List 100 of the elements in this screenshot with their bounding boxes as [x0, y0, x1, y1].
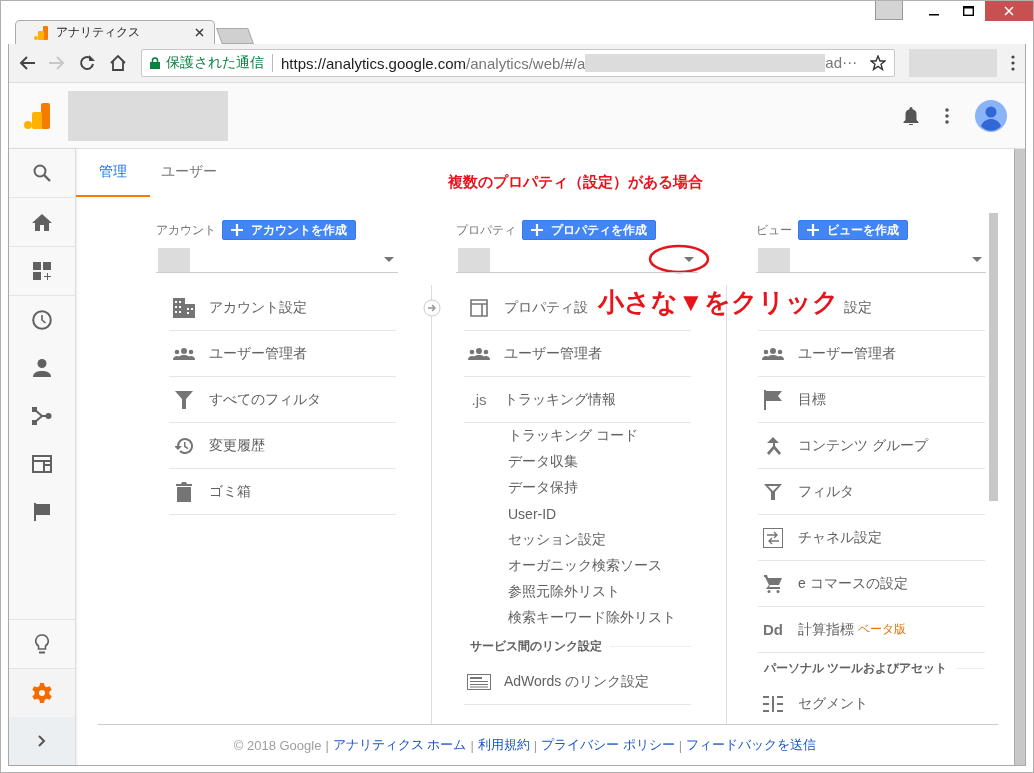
redacted-block [458, 247, 490, 272]
create-button[interactable]: プロパティを作成 [522, 220, 656, 240]
back-arrow-icon[interactable] [19, 56, 35, 70]
person-icon[interactable] [33, 359, 51, 377]
submenu-link[interactable]: オーガニック検索ソース [464, 553, 726, 579]
redacted-block [758, 247, 790, 272]
copyright: © 2018 Google [233, 737, 322, 753]
menu-item-label[interactable]: 設定 [844, 298, 872, 317]
section-heading: サービス間のリンク設定 [470, 637, 602, 655]
building-icon [173, 297, 195, 318]
submenu-link[interactable]: 参照元除外リスト [464, 579, 726, 605]
menu-item-label[interactable]: ユーザー管理者 [504, 344, 602, 363]
menu-item-label[interactable]: AdWords のリンク設定 [504, 672, 650, 691]
home-icon[interactable] [32, 213, 52, 231]
more-vertical-icon[interactable] [945, 107, 949, 124]
cart-icon [764, 574, 782, 593]
bell-icon[interactable] [903, 106, 919, 125]
menu-item-label[interactable]: ユーザー管理者 [209, 344, 307, 363]
url-text: https://analytics.google.com/analytics/web/#/a [281, 54, 586, 72]
people-icon [173, 347, 195, 360]
dropdown-caret-icon[interactable] [384, 257, 394, 262]
footer-link[interactable]: 利用規約 [477, 736, 530, 754]
scrollbar[interactable] [989, 213, 998, 501]
menu-item-label[interactable]: ゴミ箱 [209, 482, 251, 501]
menu-item-label[interactable]: 計算指標 [798, 620, 854, 639]
people-icon [762, 347, 784, 360]
scrollbar[interactable] [1014, 149, 1025, 765]
layout-icon[interactable] [32, 455, 52, 473]
browser-tab[interactable]: アナリティクス [15, 20, 215, 44]
create-button[interactable]: ビューを作成 [798, 220, 908, 240]
settings-icon[interactable] [32, 683, 52, 703]
footer-link[interactable]: プライバシー ポリシー [541, 736, 675, 754]
menu-item-label[interactable]: コンテンツ グループ [798, 436, 928, 455]
reload-icon[interactable] [79, 55, 95, 71]
sidebar-item[interactable] [9, 668, 75, 717]
menu-item-label[interactable]: セグメント [798, 694, 868, 713]
annotation-text: 小さな▼をクリック [598, 286, 839, 319]
glyph-icon: .js [471, 391, 487, 408]
star-icon[interactable] [870, 55, 886, 71]
merge-arrow-icon [765, 436, 781, 455]
menu-item-label[interactable]: 目標 [798, 390, 826, 409]
plus-icon [531, 224, 543, 236]
plus-icon [231, 224, 243, 236]
menu-item-label[interactable]: 変更履歴 [209, 436, 265, 455]
submenu-link[interactable]: User-ID [464, 501, 726, 527]
submenu-link[interactable]: セッション設定 [464, 527, 726, 553]
redacted-block [158, 247, 190, 272]
branch-icon[interactable] [32, 407, 52, 425]
annotation-title: 複数のプロパティ（設定）がある場合 [448, 173, 703, 192]
swap-arrows-icon [763, 527, 783, 548]
clock-icon[interactable] [32, 310, 52, 330]
url-text: ad⋯ [825, 54, 858, 72]
secure-label: 保護された通信 [166, 54, 264, 72]
menu-item-label[interactable]: フィルタ [798, 482, 854, 501]
nav-tab[interactable]: ユーザー [152, 149, 226, 197]
submenu-link[interactable]: トラッキング コード [464, 423, 726, 449]
separator: | [533, 737, 538, 753]
maximize-icon[interactable] [962, 6, 974, 16]
footer-link[interactable]: アナリティクス ホーム [332, 736, 467, 754]
submenu-link[interactable]: データ保持 [464, 475, 726, 501]
people-icon [468, 347, 490, 360]
chevron-right-icon [38, 735, 46, 747]
flag-icon[interactable] [34, 503, 50, 521]
submenu-link[interactable]: データ収集 [464, 449, 726, 475]
home-icon[interactable] [109, 55, 127, 71]
menu-item-label[interactable]: アカウント設定 [209, 298, 307, 317]
beta-tag: ベータ版 [858, 621, 906, 638]
address-bar[interactable]: 保護された通信 https://analytics.google.com/analytics/web/#/a ad⋯ [141, 49, 895, 77]
more-vertical-icon[interactable] [1011, 55, 1015, 71]
section-heading: パーソナル ツールおよびアセット [764, 659, 948, 677]
lock-icon [150, 57, 160, 69]
nav-tab[interactable]: 管理 [76, 149, 150, 197]
column-label: ビュー [756, 221, 792, 239]
menu-item-label[interactable]: すべてのフィルタ [209, 390, 321, 409]
close-icon [1004, 6, 1014, 16]
dropdown-field[interactable] [456, 247, 698, 273]
avatar-icon[interactable] [975, 99, 1007, 132]
menu-item-label[interactable]: プロパティ設 [504, 298, 588, 317]
menu-item-label[interactable]: ユーザー管理者 [798, 344, 896, 363]
search-icon[interactable] [33, 164, 51, 182]
dropdown-field[interactable] [156, 247, 398, 273]
menu-item-label[interactable]: チャネル設定 [798, 528, 882, 547]
list-panel-icon [467, 673, 491, 690]
close-icon[interactable] [195, 28, 204, 37]
dropdown-caret-icon[interactable] [684, 257, 694, 262]
lightbulb-icon[interactable] [35, 634, 49, 654]
dropdown-caret-icon[interactable] [972, 257, 982, 262]
create-button[interactable]: アカウントを作成 [222, 220, 356, 240]
analytics-logo-icon [24, 102, 50, 129]
menu-item-label[interactable]: トラッキング情報 [504, 390, 616, 409]
funnel-icon [175, 390, 193, 409]
flag-icon [764, 389, 782, 410]
submenu-link[interactable]: 検索キーワード除外リスト [464, 605, 726, 631]
menu-item-label[interactable]: e コマースの設定 [798, 574, 908, 593]
dashboard-add-icon[interactable] [32, 261, 52, 281]
redacted-block [875, 1, 903, 20]
funnel-icon [764, 483, 782, 500]
separator: | [325, 737, 329, 753]
footer-link[interactable]: フィードバックを送信 [686, 736, 817, 754]
dropdown-field[interactable] [756, 247, 986, 273]
